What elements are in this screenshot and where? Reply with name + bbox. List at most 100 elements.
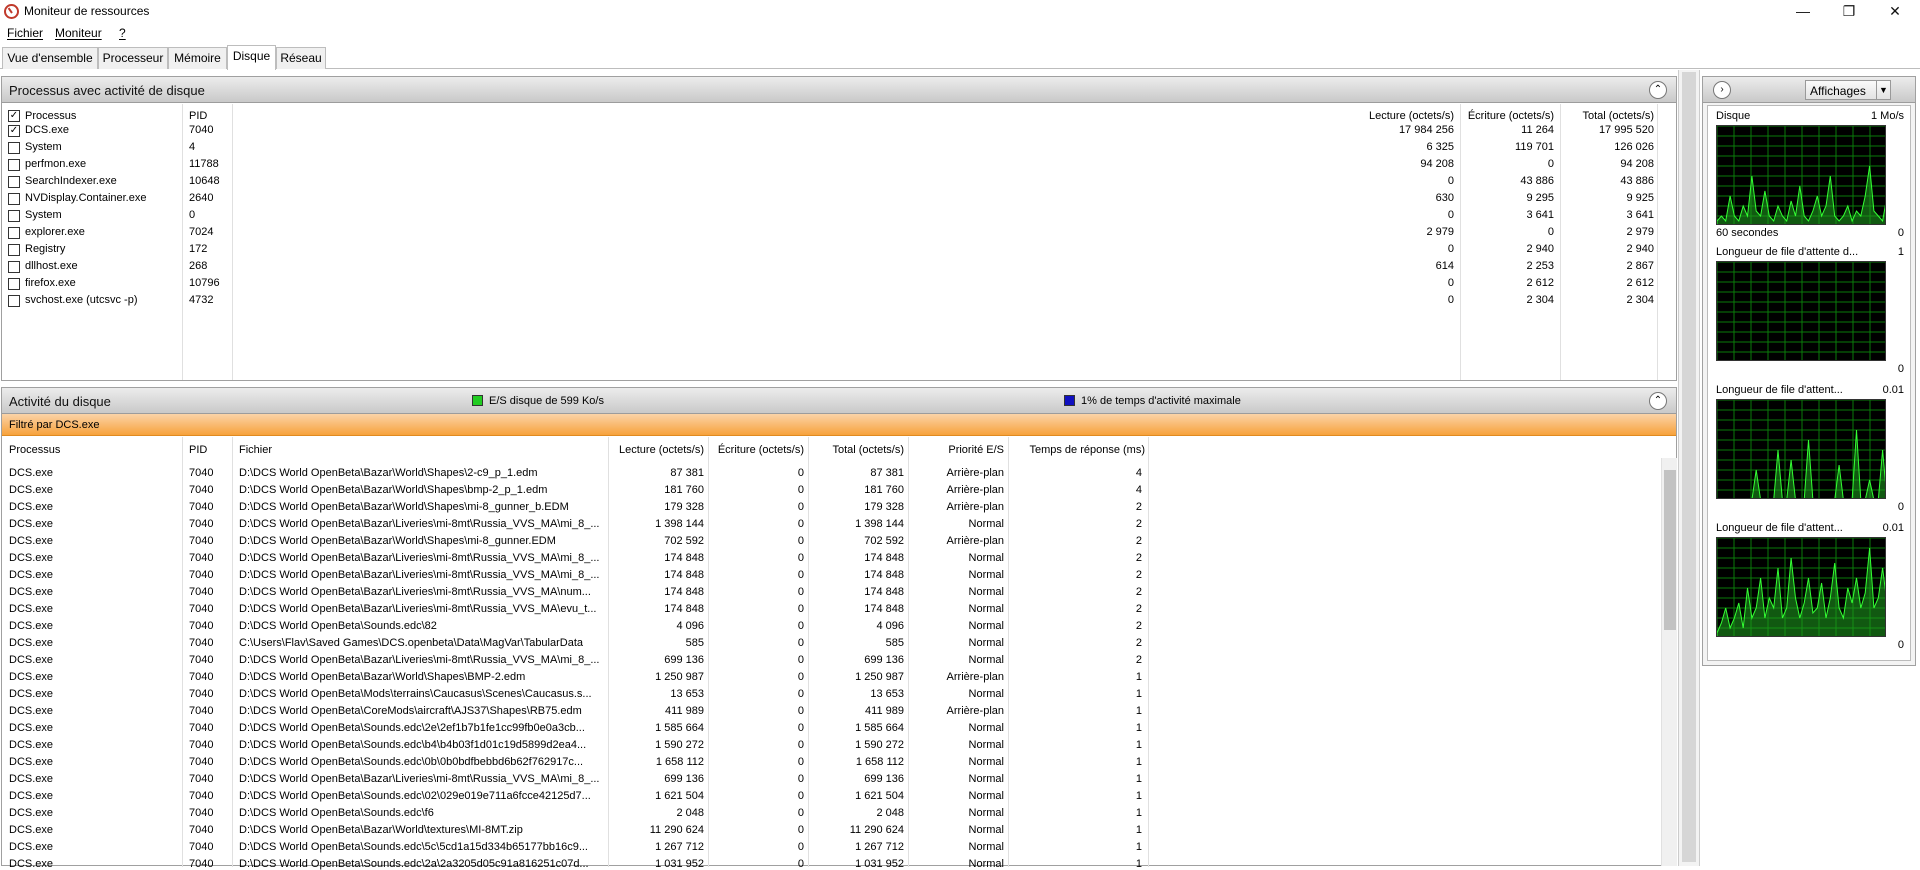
process-checkbox[interactable] xyxy=(8,278,20,290)
col-disk-process[interactable]: Processus xyxy=(9,444,60,456)
disk-row-response: 1 xyxy=(1135,688,1142,700)
window-title: Moniteur de ressources xyxy=(24,4,150,18)
disk-row-response: 2 xyxy=(1135,569,1142,581)
col-disk-file[interactable]: Fichier xyxy=(239,444,272,456)
disk-row-pid: 7040 xyxy=(189,705,214,717)
process-pid: 11788 xyxy=(189,158,219,170)
process-name[interactable]: firefox.exe xyxy=(25,277,175,289)
process-checkbox[interactable] xyxy=(8,193,20,205)
process-name[interactable]: System xyxy=(25,209,175,221)
disk-row-process: DCS.exe xyxy=(9,535,54,547)
minimize-button[interactable]: — xyxy=(1780,0,1826,24)
disk-row-pid: 7040 xyxy=(189,790,214,802)
disk-row-response: 2 xyxy=(1135,501,1142,513)
disk-row-response: 2 xyxy=(1135,637,1142,649)
left-pane-scrollbar[interactable] xyxy=(1682,72,1696,862)
process-checkbox[interactable] xyxy=(8,227,20,239)
tab-network[interactable]: Réseau xyxy=(276,47,326,69)
graph-title: Longueur de file d'attent... xyxy=(1716,384,1843,396)
process-checkbox[interactable] xyxy=(8,210,20,222)
disk-row-pid: 7040 xyxy=(189,535,214,547)
select-all-checkbox[interactable]: ✓ xyxy=(8,110,20,122)
process-pid: 4732 xyxy=(189,294,214,306)
disk-row-pid: 7040 xyxy=(189,518,214,530)
collapse-processes-button[interactable]: ⌃ xyxy=(1649,81,1667,99)
disk-row-pid: 7040 xyxy=(189,501,214,513)
disk-row-process: DCS.exe xyxy=(9,552,54,564)
menu-moniteur[interactable]: Moniteur xyxy=(55,26,102,40)
process-checkbox[interactable] xyxy=(8,142,20,154)
disk-row-response: 4 xyxy=(1135,467,1142,479)
disk-row-process: DCS.exe xyxy=(9,586,54,598)
disk-row-pid: 7040 xyxy=(189,773,214,785)
dropdown-arrow-icon[interactable]: ▼ xyxy=(1876,81,1890,99)
process-checkbox[interactable] xyxy=(8,295,20,307)
process-checkbox[interactable] xyxy=(8,176,20,188)
disk-row-file: D:\DCS World OpenBeta\Sounds.edc\0b\0b0b… xyxy=(239,756,584,768)
process-name[interactable]: System xyxy=(25,141,175,153)
process-checkbox[interactable] xyxy=(8,159,20,171)
graph-scale: 1 xyxy=(1897,246,1904,258)
disk-row-pid: 7040 xyxy=(189,552,214,564)
process-name[interactable]: explorer.exe xyxy=(25,226,175,238)
disk-row-process: DCS.exe xyxy=(9,620,54,632)
process-name[interactable]: NVDisplay.Container.exe xyxy=(25,192,175,204)
process-pid: 10648 xyxy=(189,175,220,187)
menu-fichier[interactable]: Fichier xyxy=(7,26,43,40)
disk-row-file: D:\DCS World OpenBeta\Mods\terrains\Cauc… xyxy=(239,688,592,700)
disk-row-file: D:\DCS World OpenBeta\Sounds.edc\2a\2a32… xyxy=(239,858,589,870)
resource-monitor-icon xyxy=(4,4,19,19)
col-disk-pid[interactable]: PID xyxy=(189,444,207,456)
tab-overview[interactable]: Vue d'ensemble xyxy=(2,47,98,69)
disk-row-response: 2 xyxy=(1135,535,1142,547)
disk-row-process: DCS.exe xyxy=(9,790,54,802)
pane-splitter[interactable] xyxy=(1678,70,1700,866)
process-name[interactable]: DCS.exe xyxy=(25,124,175,136)
disk-list-scrollbar[interactable] xyxy=(1661,458,1677,866)
col-disk-response[interactable]: Temps de réponse (ms) xyxy=(982,444,1145,456)
collapse-graphs-button[interactable]: › xyxy=(1713,81,1731,99)
disk-row-file: D:\DCS World OpenBeta\Bazar\Liveries\mi-… xyxy=(239,569,600,581)
process-checkbox[interactable] xyxy=(8,261,20,273)
restore-button[interactable]: ❐ xyxy=(1826,0,1872,24)
collapse-disk-button[interactable]: ⌃ xyxy=(1649,392,1667,410)
tab-processor[interactable]: Processeur xyxy=(98,47,168,69)
disk-row-file: D:\DCS World OpenBeta\Bazar\Liveries\mi-… xyxy=(239,518,600,530)
active-legend-text: 1% de temps d'activité maximale xyxy=(1081,395,1241,407)
disk-row-file: D:\DCS World OpenBeta\CoreMods\aircraft\… xyxy=(239,705,582,717)
col-process[interactable]: Processus xyxy=(25,110,76,122)
graph-canvas xyxy=(1716,537,1886,637)
disk-list-scroll-thumb[interactable] xyxy=(1664,470,1676,630)
menu-help[interactable]: ? xyxy=(119,26,126,40)
tab-memory[interactable]: Mémoire xyxy=(168,47,227,69)
disk-row-file: D:\DCS World OpenBeta\Bazar\Liveries\mi-… xyxy=(239,552,600,564)
disk-panel-header[interactable]: Activité du disque E/S disque de 599 Ko/… xyxy=(2,388,1676,414)
close-button[interactable]: ✕ xyxy=(1872,0,1918,24)
disk-row-process: DCS.exe xyxy=(9,671,54,683)
disk-row-file: D:\DCS World OpenBeta\Bazar\Liveries\mi-… xyxy=(239,603,597,615)
process-checkbox[interactable]: ✓ xyxy=(8,125,20,137)
process-name[interactable]: dllhost.exe xyxy=(25,260,175,272)
process-name[interactable]: SearchIndexer.exe xyxy=(25,175,175,187)
view-dropdown-label: Affichages xyxy=(1810,84,1866,98)
col-pid[interactable]: PID xyxy=(189,110,207,122)
disk-row-file: D:\DCS World OpenBeta\Bazar\Liveries\mi-… xyxy=(239,773,600,785)
disk-row-response: 1 xyxy=(1135,824,1142,836)
disk-row-process: DCS.exe xyxy=(9,773,54,785)
process-checkbox[interactable] xyxy=(8,244,20,256)
disk-panel-title: Activité du disque xyxy=(9,394,111,409)
disk-row-file: D:\DCS World OpenBeta\Bazar\Liveries\mi-… xyxy=(239,654,600,666)
filter-bar[interactable]: Filtré par DCS.exe xyxy=(2,414,1676,436)
process-total: 3 641 xyxy=(1626,209,1654,221)
view-dropdown-button[interactable]: Affichages ▼ xyxy=(1805,80,1891,100)
disk-row-process: DCS.exe xyxy=(9,722,54,734)
tab-disk[interactable]: Disque xyxy=(227,45,276,70)
process-name[interactable]: svchost.exe (utcsvc -p) xyxy=(25,294,175,306)
col-total[interactable]: Total (octets/s) xyxy=(1532,110,1654,122)
process-name[interactable]: perfmon.exe xyxy=(25,158,175,170)
process-name[interactable]: Registry xyxy=(25,243,175,255)
disk-row-file: D:\DCS World OpenBeta\Bazar\World\Shapes… xyxy=(239,535,556,547)
processes-panel-header[interactable]: Processus avec activité de disque ⌃ xyxy=(2,77,1676,103)
disk-row-pid: 7040 xyxy=(189,569,214,581)
disk-row-file: D:\DCS World OpenBeta\Bazar\World\Shapes… xyxy=(239,484,548,496)
